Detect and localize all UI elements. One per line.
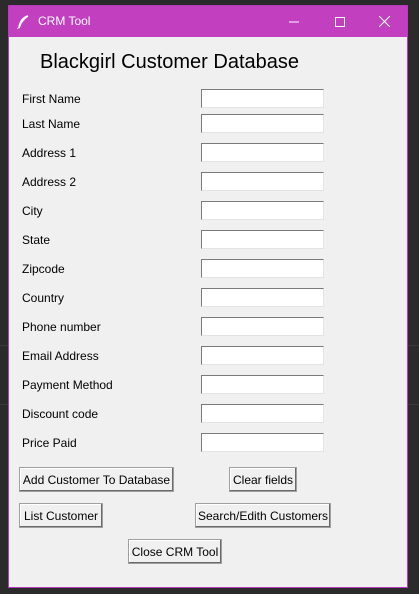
label-city: City bbox=[22, 204, 43, 218]
label-last-name: Last Name bbox=[22, 117, 81, 131]
city-input[interactable] bbox=[201, 201, 324, 220]
close-icon bbox=[378, 16, 390, 27]
label-email-address: Email Address bbox=[22, 349, 99, 363]
label-address-2: Address 2 bbox=[22, 175, 77, 189]
payment-method-input[interactable] bbox=[201, 375, 324, 394]
feather-icon bbox=[15, 14, 31, 30]
minimize-button[interactable] bbox=[271, 6, 317, 37]
label-phone-number: Phone number bbox=[22, 320, 101, 334]
address-2-input[interactable] bbox=[201, 172, 324, 191]
clear-fields-button[interactable]: Clear fields bbox=[229, 467, 297, 492]
last-name-input[interactable] bbox=[201, 114, 324, 133]
label-price-paid: Price Paid bbox=[22, 436, 77, 450]
label-address-1: Address 1 bbox=[22, 146, 77, 160]
discount-code-input[interactable] bbox=[201, 404, 324, 423]
label-payment-method: Payment Method bbox=[22, 378, 113, 392]
close-crm-tool-button[interactable]: Close CRM Tool bbox=[128, 539, 222, 564]
minimize-icon bbox=[289, 21, 299, 22]
state-input[interactable] bbox=[201, 230, 324, 249]
crm-window: CRM Tool Blackgirl Customer Database Fir… bbox=[8, 5, 408, 588]
label-country: Country bbox=[22, 291, 65, 305]
first-name-input[interactable] bbox=[201, 89, 324, 108]
label-discount-code: Discount code bbox=[22, 407, 99, 421]
country-input[interactable] bbox=[201, 288, 324, 307]
title-bar[interactable]: CRM Tool bbox=[9, 6, 407, 37]
window-title: CRM Tool bbox=[38, 14, 91, 28]
label-state: State bbox=[22, 233, 51, 247]
email-address-input[interactable] bbox=[201, 346, 324, 365]
list-customer-button[interactable]: List Customer bbox=[19, 503, 103, 528]
maximize-button[interactable] bbox=[317, 6, 363, 37]
label-zipcode: Zipcode bbox=[22, 262, 65, 276]
phone-number-input[interactable] bbox=[201, 317, 324, 336]
add-customer-button[interactable]: Add Customer To Database bbox=[19, 467, 174, 492]
close-button[interactable] bbox=[361, 6, 407, 37]
price-paid-input[interactable] bbox=[201, 433, 324, 452]
maximize-icon bbox=[335, 16, 345, 27]
label-first-name: First Name bbox=[22, 92, 81, 106]
page-title: Blackgirl Customer Database bbox=[40, 51, 299, 73]
search-edit-customers-button[interactable]: Search/Edith Customers bbox=[195, 503, 331, 528]
address-1-input[interactable] bbox=[201, 143, 324, 162]
zipcode-input[interactable] bbox=[201, 259, 324, 278]
